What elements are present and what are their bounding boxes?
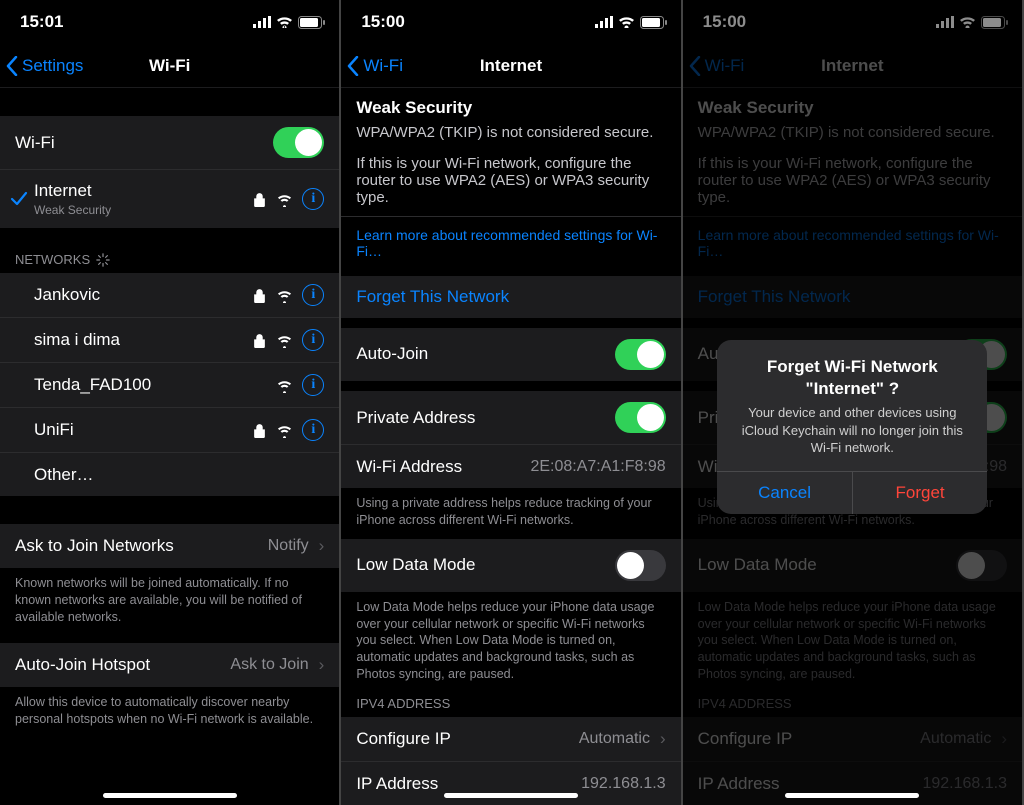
- info-icon[interactable]: i: [302, 374, 324, 396]
- checkmark-icon: [10, 190, 28, 208]
- signal-icon: [253, 16, 271, 28]
- spinner-icon: [96, 253, 110, 267]
- network-row[interactable]: sima i dima i: [0, 317, 339, 362]
- auto-join-hotspot-row[interactable]: Auto-Join Hotspot Ask to Join ›: [0, 643, 339, 687]
- nav-bar: Wi-Fi Internet: [341, 44, 680, 88]
- info-icon[interactable]: i: [302, 419, 324, 441]
- hotspot-value: Ask to Join: [230, 656, 308, 674]
- networks-header: NETWORKS: [0, 246, 339, 273]
- phone-screen-network-detail: 15:00 Wi-Fi Internet Weak Security WPA/W…: [341, 0, 682, 805]
- alert-cancel-button[interactable]: Cancel: [717, 472, 853, 514]
- wifi-content: Wi-Fi Internet Weak Security i NETWORKS: [0, 88, 339, 805]
- phone-screen-wifi-list: 15:01 Settings Wi-Fi Wi-Fi Internet Weak…: [0, 0, 341, 805]
- wifi-icon: [277, 378, 292, 393]
- status-bar: 15:00: [341, 0, 680, 44]
- ask-to-join-row[interactable]: Ask to Join Networks Notify ›: [0, 524, 339, 568]
- nav-bar: Settings Wi-Fi: [0, 44, 339, 88]
- ask-footer: Known networks will be joined automatica…: [0, 568, 339, 633]
- learn-more-link[interactable]: Learn more about recommended settings fo…: [341, 216, 680, 269]
- low-data-toggle[interactable]: [615, 550, 666, 581]
- battery-icon: [298, 16, 325, 29]
- configure-ip-row[interactable]: Configure IP Automatic›: [341, 717, 680, 761]
- status-time: 15:01: [20, 12, 63, 32]
- networks-list: Jankovicisima i dimaiTenda_FAD100iUniFii…: [0, 273, 339, 496]
- wifi-icon: [277, 192, 292, 207]
- low-data-mode-row[interactable]: Low Data Mode: [341, 539, 680, 592]
- ip-address-value: 192.168.1.3: [581, 775, 666, 793]
- network-name: sima i dima: [34, 330, 120, 350]
- battery-icon: [640, 16, 667, 29]
- weak-line2: If this is your Wi-Fi network, configure…: [356, 155, 665, 206]
- weak-security-block: Weak Security WPA/WPA2 (TKIP) is not con…: [341, 98, 680, 216]
- network-row[interactable]: Jankovic i: [0, 273, 339, 317]
- wifi-icon: [277, 423, 292, 438]
- network-name: Other…: [34, 465, 94, 485]
- info-icon[interactable]: i: [302, 188, 324, 210]
- wifi-address-row: Wi-Fi Address 2E:08:A7:A1:F8:98: [341, 444, 680, 488]
- back-label: Settings: [22, 56, 83, 76]
- private-address-row[interactable]: Private Address: [341, 391, 680, 444]
- back-label: Wi-Fi: [363, 56, 403, 76]
- lock-icon: [252, 288, 267, 303]
- ip-address-row: IP Address 192.168.1.3: [341, 761, 680, 805]
- forget-network-button[interactable]: Forget This Network: [341, 276, 680, 318]
- detail-content: Weak Security WPA/WPA2 (TKIP) is not con…: [341, 88, 680, 805]
- wifi-icon: [277, 333, 292, 348]
- auto-join-toggle[interactable]: [615, 339, 666, 370]
- chevron-right-icon: ›: [660, 729, 666, 749]
- wifi-address-value: 2E:08:A7:A1:F8:98: [530, 458, 665, 476]
- status-right: [253, 16, 325, 29]
- alert-message: Your device and other devices using iClo…: [733, 404, 971, 457]
- private-footer: Using a private address helps reduce tra…: [341, 488, 680, 536]
- back-button[interactable]: Wi-Fi: [341, 56, 403, 76]
- home-indicator[interactable]: [785, 793, 919, 798]
- network-row[interactable]: Other…: [0, 452, 339, 496]
- ask-value: Notify: [268, 537, 309, 555]
- hotspot-footer: Allow this device to automatically disco…: [0, 687, 339, 735]
- lock-icon: [252, 423, 267, 438]
- phone-screen-forget-alert: 15:00 Wi-Fi Internet Weak Security WPA/W…: [683, 0, 1024, 805]
- info-icon[interactable]: i: [302, 329, 324, 351]
- wifi-toggle-row[interactable]: Wi-Fi: [0, 116, 339, 169]
- home-indicator[interactable]: [103, 793, 237, 798]
- alert-title: Forget Wi-Fi Network "Internet" ?: [733, 356, 971, 400]
- status-time: 15:00: [361, 12, 404, 32]
- private-address-toggle[interactable]: [615, 402, 666, 433]
- back-button[interactable]: Settings: [0, 56, 83, 76]
- wifi-status-icon: [618, 16, 635, 28]
- ipv4-header: IPV4 ADDRESS: [341, 690, 680, 717]
- auto-join-row[interactable]: Auto-Join: [341, 328, 680, 381]
- network-row[interactable]: Tenda_FAD100 i: [0, 362, 339, 407]
- home-indicator[interactable]: [444, 793, 578, 798]
- lock-icon: [252, 333, 267, 348]
- info-icon[interactable]: i: [302, 284, 324, 306]
- chevron-left-icon: [347, 56, 359, 76]
- network-name: Jankovic: [34, 285, 100, 305]
- network-name: Tenda_FAD100: [34, 375, 151, 395]
- alert-forget-button[interactable]: Forget: [853, 472, 988, 514]
- chevron-left-icon: [6, 56, 18, 76]
- network-name: UniFi: [34, 420, 74, 440]
- lowdata-footer: Low Data Mode helps reduce your iPhone d…: [341, 592, 680, 690]
- wifi-icon: [277, 288, 292, 303]
- wifi-toggle[interactable]: [273, 127, 324, 158]
- wifi-toggle-label: Wi-Fi: [15, 133, 55, 153]
- connected-network-sub: Weak Security: [34, 203, 111, 217]
- forget-alert: Forget Wi-Fi Network "Internet" ? Your d…: [717, 340, 987, 514]
- wifi-status-icon: [276, 16, 293, 28]
- ask-label: Ask to Join Networks: [15, 536, 174, 556]
- signal-icon: [595, 16, 613, 28]
- connected-network-row[interactable]: Internet Weak Security i: [0, 169, 339, 228]
- connected-network-name: Internet: [34, 181, 111, 201]
- hotspot-label: Auto-Join Hotspot: [15, 655, 150, 675]
- status-bar: 15:01: [0, 0, 339, 44]
- chevron-right-icon: ›: [319, 536, 325, 556]
- lock-icon: [252, 192, 267, 207]
- weak-title: Weak Security: [356, 98, 665, 118]
- chevron-right-icon: ›: [319, 655, 325, 675]
- weak-line1: WPA/WPA2 (TKIP) is not considered secure…: [356, 124, 665, 141]
- network-row[interactable]: UniFi i: [0, 407, 339, 452]
